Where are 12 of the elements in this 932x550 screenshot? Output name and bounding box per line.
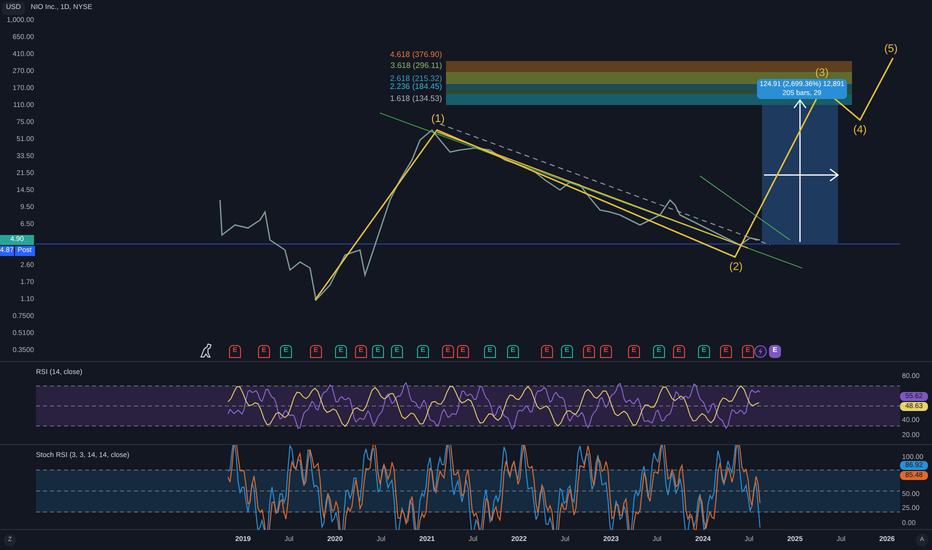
- fib-level-label: 2.236 (184.45): [390, 82, 442, 91]
- fib-level-label: 3.618 (296.11): [390, 61, 442, 70]
- lightning-icon[interactable]: [754, 345, 767, 358]
- fib-level-label: 2.618 (215.32): [390, 74, 442, 83]
- wave-label: (2): [729, 261, 743, 273]
- wave-label: (1): [431, 113, 445, 125]
- wave-label: (4): [853, 124, 867, 136]
- fib-level-label: 4.618 (376.90): [390, 50, 442, 59]
- fib-level-label: 1.618 (134.53): [390, 94, 442, 103]
- wave-label: (3): [815, 67, 829, 79]
- wave-label: (5): [884, 43, 898, 55]
- dinosaur-icon[interactable]: [199, 343, 213, 358]
